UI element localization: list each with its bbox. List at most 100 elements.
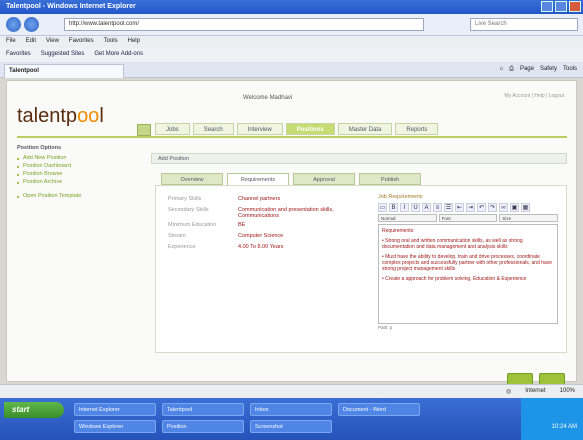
rich-text-editor: Job Requirements ▭ B I U A ≡ ☰ ⇤ ⇥ ↶ ↷ ∞… [378,194,559,346]
tab-overview[interactable]: Overview [161,173,223,185]
menu-help[interactable]: Help [128,38,140,46]
tab-publish[interactable]: Publish [359,173,421,185]
menu-tools[interactable]: Tools [104,38,118,46]
tab-approval[interactable]: Approval [293,173,355,185]
tab-requirements[interactable]: Requirements [227,173,289,185]
undo-icon[interactable]: ↶ [477,203,486,212]
field-row: Stream Computer Science [168,233,368,241]
underline-icon[interactable]: U [411,203,420,212]
security-zone: Internet [525,388,546,394]
size-select[interactable]: Size [499,214,559,222]
suggested-sites-link[interactable]: Suggested Sites [41,51,85,59]
taskbar: start Internet Explorer Talentpool Inbox… [0,398,583,440]
ordered-list-icon[interactable]: ≡ [433,203,442,212]
status-bar: ◎ Internet 100% [0,384,583,398]
indent-icon[interactable]: ⇥ [466,203,475,212]
window-title: Talentpool - Windows Internet Explorer [6,3,136,10]
taskbar-item[interactable]: Document - Word [338,403,420,416]
editor-selects: Normal Font Size [378,214,559,222]
taskbar-item[interactable]: Inbox [250,403,332,416]
nav-tab-jobs[interactable]: Jobs [155,123,190,135]
editor-label: Job Requirements [378,194,423,200]
font-color-icon[interactable]: A [422,203,431,212]
maximize-button[interactable] [555,1,567,12]
sidebar-item-browse[interactable]: Position Browse [17,171,135,177]
address-bar: http://www.talentpool.com/ Live Search [0,14,583,36]
favorites-button[interactable]: Favorites [6,51,31,59]
start-button[interactable]: start [4,402,64,418]
account-links[interactable]: My Account | Help | Logout [504,93,564,99]
menu-view[interactable]: View [46,38,59,46]
url-input[interactable]: http://www.talentpool.com/ [64,18,424,31]
logo-text-prefix: talentp [17,105,78,127]
home-icon[interactable]: ⌂ [500,66,504,73]
taskbar-item[interactable]: Screenshot [250,420,332,433]
field-value-secondary-skills[interactable]: Communication and presentation skills, C… [238,207,368,219]
main-nav: Jobs Search Interview Positions Master D… [155,123,439,135]
italic-icon[interactable]: I [400,203,409,212]
logo-text-accent: oo [77,105,100,127]
nav-tab-search[interactable]: Search [192,123,234,135]
status-right: ◎ Internet 100% [506,388,575,395]
paste-icon[interactable]: ▭ [378,203,387,212]
field-row: Experience 4.00 To 8.00 Years [168,244,368,252]
sidebar: Position Options Add New Position Positi… [17,145,135,201]
window-titlebar: Talentpool - Windows Internet Explorer [0,0,583,14]
browser-tab-bar: Talentpool ⌂ ⎙ Page Safety Tools [0,62,583,78]
zoom-level[interactable]: 100% [560,388,575,395]
taskbar-item[interactable]: Talentpool [162,403,244,416]
print-icon[interactable]: ⎙ [509,66,514,73]
field-value-education[interactable]: BE [238,222,368,230]
field-value-stream[interactable]: Computer Science [238,233,368,241]
sidebar-item-dashboard[interactable]: Position Dashboard [17,163,135,169]
bullet-list-icon[interactable]: ☰ [444,203,453,212]
redo-icon[interactable]: ↷ [488,203,497,212]
image-icon[interactable]: ▣ [510,203,519,212]
bold-icon[interactable]: B [389,203,398,212]
web-page: talentpool Welcome Madhavi My Account | … [6,80,577,385]
close-button[interactable] [569,1,581,12]
font-select[interactable]: Font [438,214,498,222]
editor-toolbar: ▭ B I U A ≡ ☰ ⇤ ⇥ ↶ ↷ ∞ ▣ ▦ [378,203,558,212]
editor-path: Path: p [378,325,393,330]
back-button[interactable] [6,17,21,32]
talentpool-logo[interactable]: talentpool [17,105,104,128]
nav-tab-positions[interactable]: Positions [285,123,335,135]
outdent-icon[interactable]: ⇤ [455,203,464,212]
sidebar-item-archive[interactable]: Position Archive [17,179,135,185]
forward-button[interactable] [24,17,39,32]
window-controls [541,1,581,12]
command-page[interactable]: Page [520,66,534,73]
command-tools[interactable]: Tools [563,66,577,73]
command-bar: ⌂ ⎙ Page Safety Tools [500,66,577,73]
search-input[interactable]: Live Search [470,18,578,31]
taskbar-item[interactable]: Position [162,420,244,433]
requirement-item: Strong oral and written communication sk… [382,238,554,250]
internet-zone-icon: ◎ [506,389,512,395]
field-label: Primary Skills [168,196,202,202]
sidebar-item-template[interactable]: Open Position Template [17,193,135,199]
minimize-button[interactable] [541,1,553,12]
menu-file[interactable]: File [6,38,16,46]
format-select[interactable]: Normal [378,214,437,222]
menu-favorites[interactable]: Favorites [69,38,94,46]
browser-tab[interactable]: Talentpool [4,64,124,78]
addons-link[interactable]: Get More Add-ons [94,51,143,59]
table-icon[interactable]: ▦ [521,203,530,212]
command-safety[interactable]: Safety [540,66,557,73]
menu-edit[interactable]: Edit [26,38,36,46]
taskbar-item[interactable]: Internet Explorer [74,403,156,416]
link-icon[interactable]: ∞ [499,203,508,212]
editor-textarea[interactable]: Requirements: Strong oral and written co… [378,224,558,324]
field-value-primary-skills[interactable]: Channel partners [238,196,368,204]
nav-tab-reports[interactable]: Reports [395,123,439,135]
nav-tab-interview[interactable]: Interview [236,123,283,135]
field-label: Minimum Education [168,222,217,228]
taskbar-item[interactable]: Windows Explorer [74,420,156,433]
requirement-item: Create a approach for problem solving, E… [382,276,554,282]
field-value-experience[interactable]: 4.00 To 8.00 Years [238,244,368,252]
nav-tab-master-data[interactable]: Master Data [337,123,393,135]
sidebar-item-add-position[interactable]: Add New Position [17,155,135,161]
editor-heading: Requirements: [382,228,415,234]
home-tab-icon[interactable] [137,124,151,136]
